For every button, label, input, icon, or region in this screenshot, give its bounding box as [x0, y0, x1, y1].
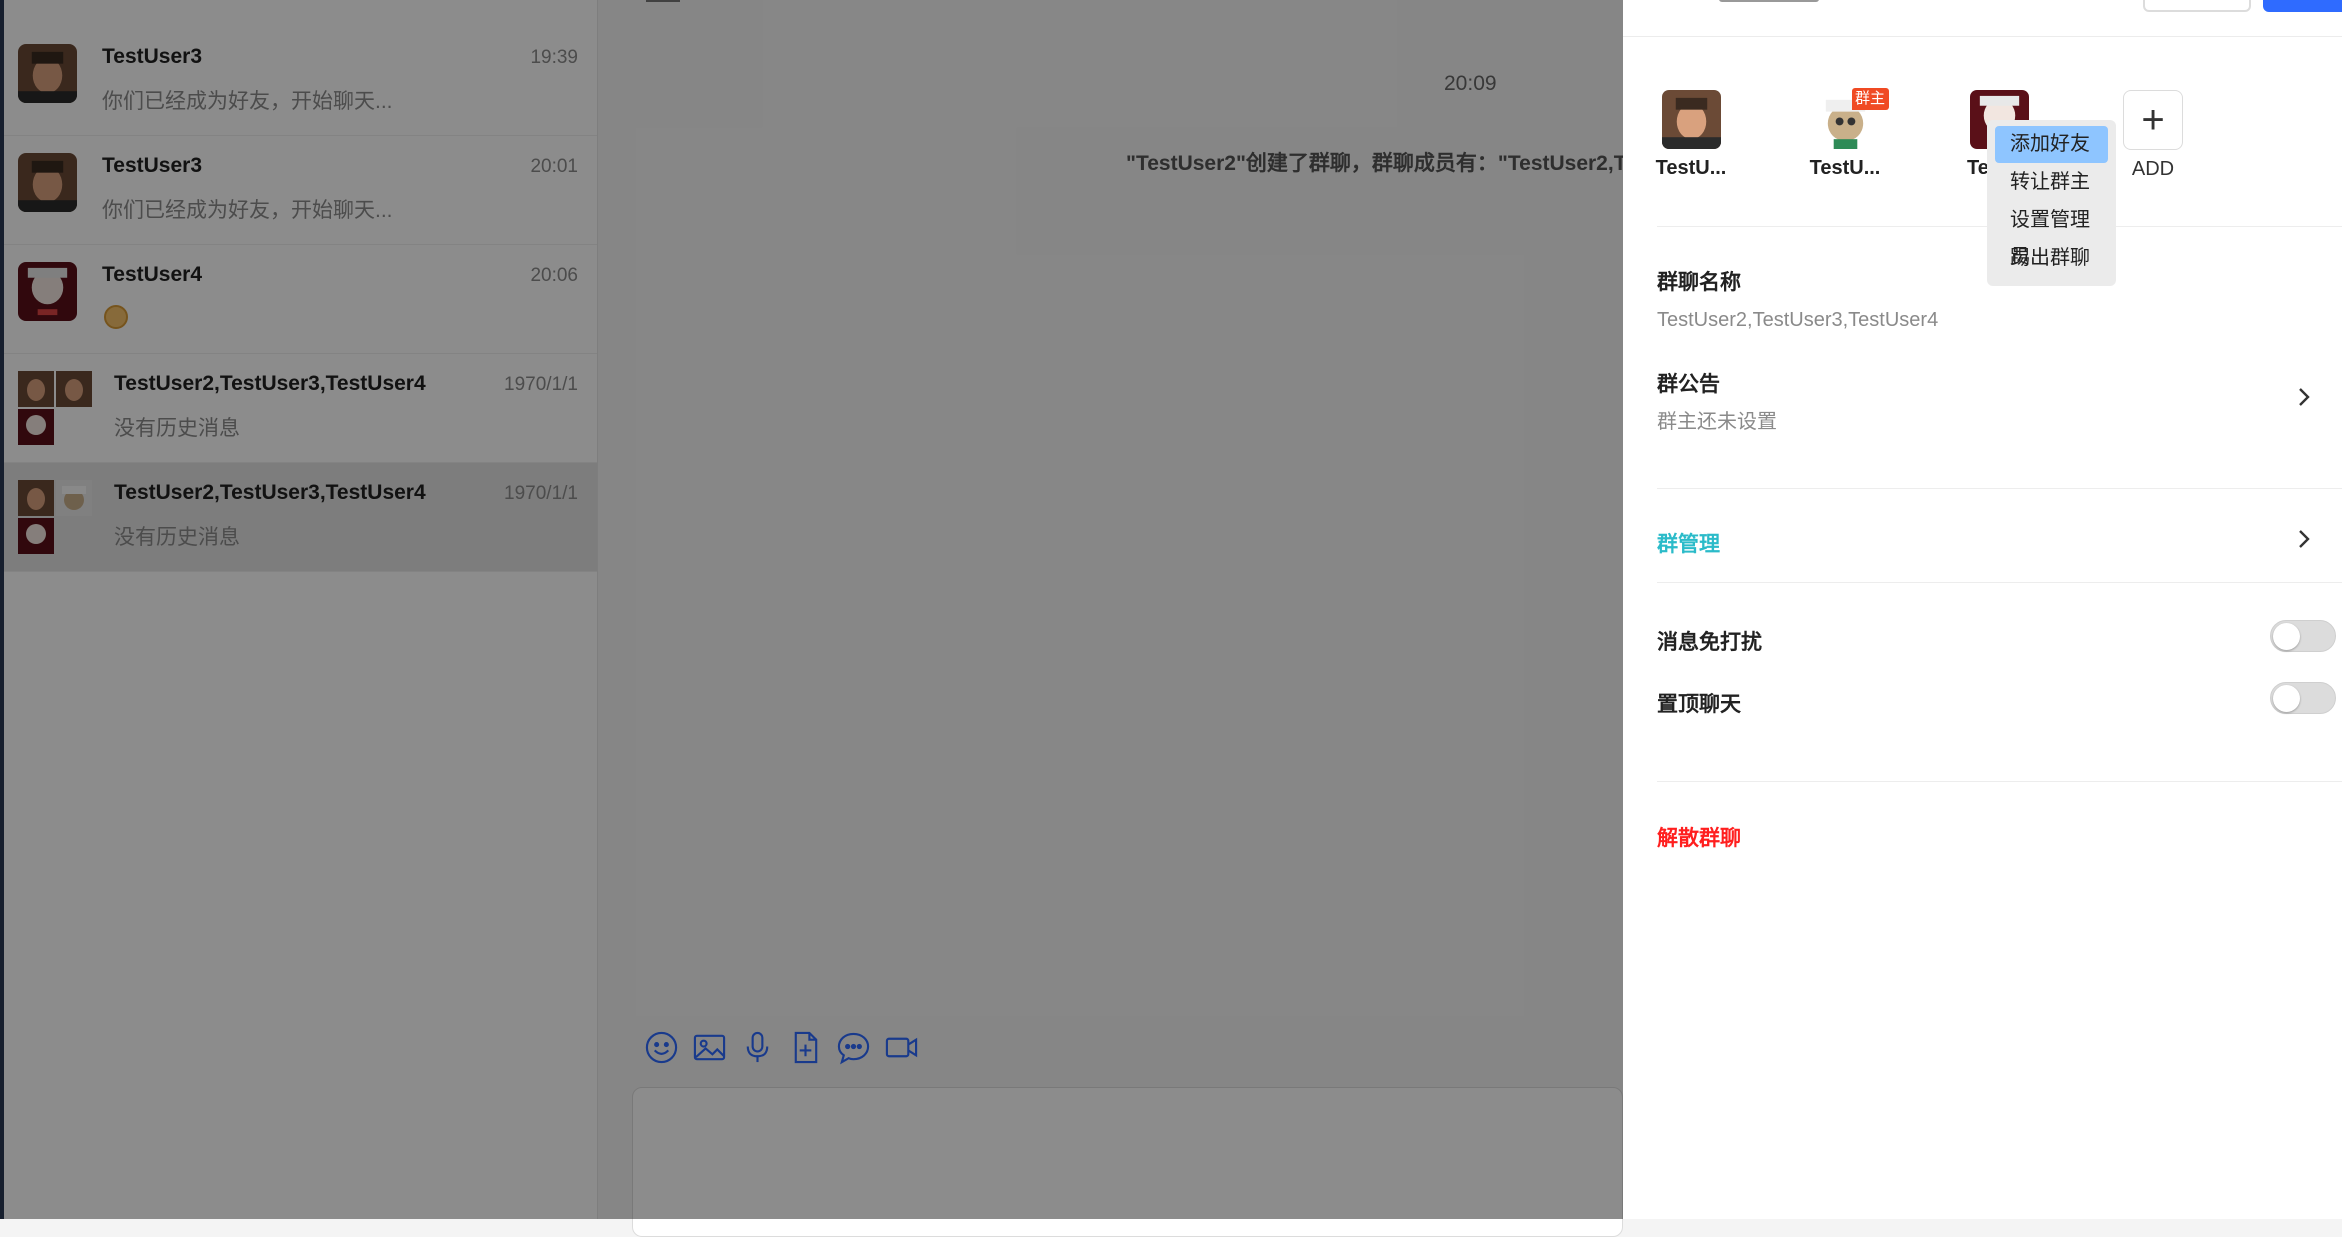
toggle-knob [2273, 685, 2300, 712]
toggle-knob [2273, 623, 2300, 650]
chevron-right-icon[interactable] [2293, 528, 2315, 550]
modal-overlay[interactable] [0, 0, 1623, 1219]
group-name-label: 群聊名称 [1657, 271, 1741, 294]
avatar [1661, 90, 1721, 149]
member-item[interactable]: 群主 TestU... [1803, 88, 1889, 180]
add-member-button[interactable]: + ADD [2121, 90, 2185, 181]
dissolve-group-button[interactable]: 解散群聊 [1657, 822, 1741, 852]
member-name: TestU... [1809, 157, 1881, 179]
confirm-button[interactable] [2263, 0, 2342, 12]
member-item[interactable]: TestU... [1649, 90, 1733, 180]
menu-item-add-friend[interactable]: 添加好友 [1995, 126, 2108, 163]
pin-label: 置顶聊天 [1657, 693, 1741, 716]
drawer-title [1719, 0, 1819, 2]
menu-item-transfer-owner[interactable]: 转让群主 [1995, 164, 2108, 201]
pin-toggle[interactable] [2270, 682, 2336, 714]
group-settings-drawer: TestU... 群主 TestU... Tes + ADD 群聊名称 Test… [1623, 0, 2342, 1219]
owner-badge: 群主 [1851, 88, 1889, 110]
notice-label: 群公告 [1657, 373, 1720, 396]
mute-toggle[interactable] [2270, 620, 2336, 652]
add-label: ADD [2131, 158, 2175, 180]
divider [1657, 488, 2342, 489]
member-context-menu: 添加好友 转让群主 设置管理员 踢出群聊 [1987, 120, 2116, 286]
menu-item-remove-member[interactable]: 踢出群聊 [1995, 240, 2108, 277]
divider [1623, 36, 2342, 37]
group-name-value[interactable]: TestUser2,TestUser3,TestUser4 [1657, 309, 1938, 332]
plus-icon: + [2123, 90, 2183, 150]
mute-label: 消息免打扰 [1657, 631, 1762, 654]
member-name: TestU... [1655, 157, 1727, 179]
notice-value: 群主还未设置 [1657, 411, 1777, 433]
menu-item-set-admin[interactable]: 设置管理员 [1995, 202, 2108, 268]
divider [1657, 781, 2342, 782]
chevron-right-icon[interactable] [2293, 386, 2315, 408]
cancel-button[interactable] [2143, 0, 2251, 12]
group-manage-link[interactable]: 群管理 [1657, 528, 1720, 558]
divider [1657, 582, 2342, 583]
avatar: 群主 [1815, 88, 1889, 149]
